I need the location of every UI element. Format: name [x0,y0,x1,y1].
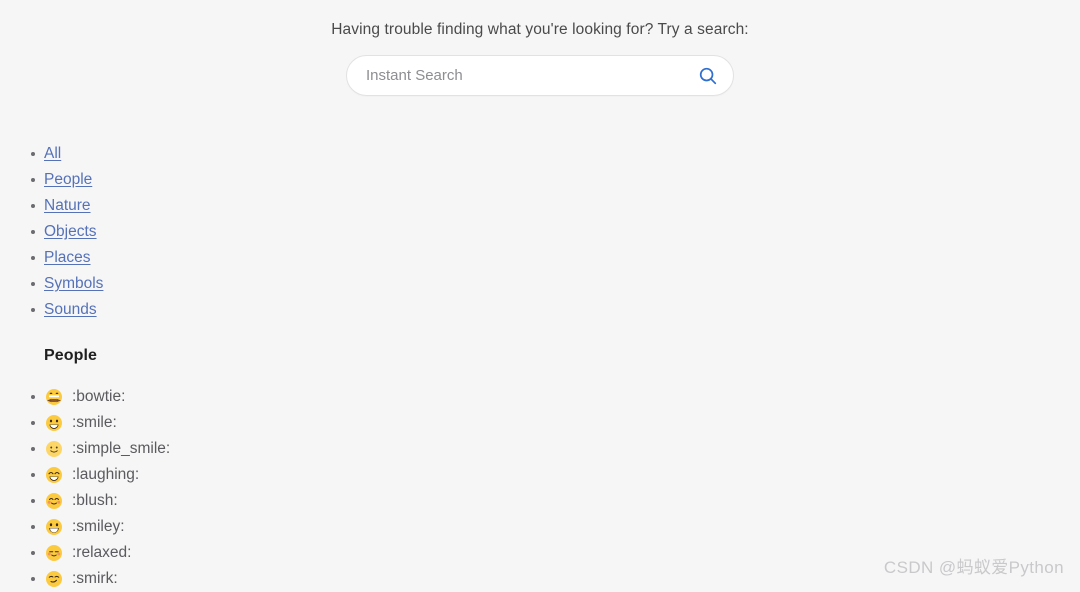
list-item: :laughing: [31,462,170,488]
list-item: :simple_smile: [31,436,170,462]
emoji-list: :bowtie: :smile::simple_smile::laughin… [0,384,170,592]
emoji-code[interactable]: :laughing: [72,462,139,488]
list-item: :bowtie: [31,384,170,410]
list-item: People [31,167,103,193]
list-item: :relaxed: [31,540,170,566]
smirk-emoji [44,569,64,589]
emoji-code[interactable]: :smiley: [72,514,125,540]
search-section: Having trouble finding what you're looki… [0,0,1080,96]
category-link-symbols[interactable]: Symbols [44,275,103,292]
category-link-nature[interactable]: Nature [44,197,91,214]
list-item: :smile: [31,410,170,436]
category-link-all[interactable]: All [44,145,61,162]
list-item: :smirk: [31,566,170,592]
list-item: Symbols [31,271,103,297]
list-item: Nature [31,193,103,219]
category-link-places[interactable]: Places [44,249,91,266]
list-item: :smiley: [31,514,170,540]
category-link-sounds[interactable]: Sounds [44,301,97,318]
blush-emoji [44,491,64,511]
category-link-list: All People Nature Objects Places Symbols… [0,141,103,323]
search-input[interactable] [366,56,697,95]
emoji-code[interactable]: :simple_smile: [72,436,170,462]
list-item: Places [31,245,103,271]
search-field[interactable] [346,55,734,96]
laughing-emoji [44,465,64,485]
emoji-cheat-sheet-page: Having trouble finding what you're looki… [0,0,1080,592]
emoji-code[interactable]: :blush: [72,488,118,514]
search-prompt: Having trouble finding what you're looki… [331,21,749,38]
list-item: Objects [31,219,103,245]
smiley-emoji [44,517,64,537]
watermark: CSDN @蚂蚁爱Python [883,558,1064,577]
emoji-code[interactable]: :smirk: [72,566,118,592]
smile-emoji [44,413,64,433]
category-link-people[interactable]: People [44,171,92,188]
simple-smile-emoji [44,439,64,459]
search-icon[interactable] [697,65,719,87]
relaxed-emoji [44,543,64,563]
list-item: :blush: [31,488,170,514]
bowtie-face-emoji [44,387,64,407]
category-link-objects[interactable]: Objects [44,223,97,240]
emoji-code[interactable]: :smile: [72,410,117,436]
list-item: All [31,141,103,167]
emoji-code[interactable]: :bowtie: [72,384,125,410]
list-item: Sounds [31,297,103,323]
section-heading-people: People [44,347,98,364]
emoji-code[interactable]: :relaxed: [72,540,131,566]
